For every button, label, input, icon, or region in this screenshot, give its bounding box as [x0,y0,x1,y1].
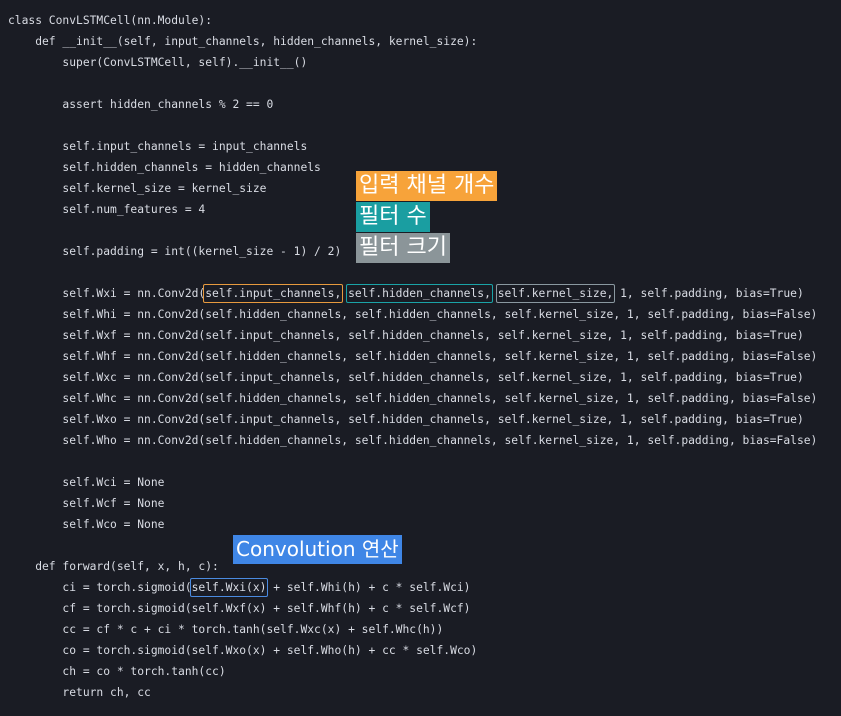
code-line: def __init__(self, input_channels, hidde… [8,35,478,48]
convolution-annotation: Convolution 연산 [233,535,402,564]
code-line: self.Wxo = nn.Conv2d(self.input_channels… [8,413,804,426]
filters-annotation: 필터 수 [356,202,430,232]
wxi-call-highlight [189,578,269,597]
code-line: super(ConvLSTMCell, self).__init__() [8,56,308,69]
hidden-channels-highlight [346,284,493,303]
code-line: assert hidden_channels % 2 == 0 [8,98,274,111]
filter-size-annotation: 필터 크기 [356,233,450,263]
code-line: self.Whi = nn.Conv2d(self.hidden_channel… [8,308,818,321]
code-line: return ch, cc [8,686,151,699]
code-line: def forward(self, x, h, c): [8,560,219,573]
input-channels-annotation: 입력 채널 개수 [356,171,498,201]
kernel-size-highlight [495,284,616,303]
code-line: class ConvLSTMCell(nn.Module): [8,14,213,27]
code-line: self.Wco = None [8,518,165,531]
code-line: self.Whc = nn.Conv2d(self.hidden_channel… [8,392,818,405]
code-line: self.Wxi = nn.Conv2d(self.input_channels… [8,283,817,304]
code-line: self.Who = nn.Conv2d(self.hidden_channel… [8,434,818,447]
code-line: self.Wxc = nn.Conv2d(self.input_channels… [8,371,804,384]
code-line: self.input_channels = input_channels [8,140,308,153]
code-line: ci = torch.sigmoid(self.Wxi(x) + self.Wh… [8,577,817,598]
input-channels-highlight [203,284,344,303]
code-editor: class ConvLSTMCell(nn.Module): def __ini… [8,10,817,703]
code-line: self.Wci = None [8,476,165,489]
code-line: self.Wcf = None [8,497,165,510]
code-line: cc = cf * c + ci * torch.tanh(self.Wxc(x… [8,623,444,636]
code-line: ch = co * torch.tanh(cc) [8,665,226,678]
code-line: co = torch.sigmoid(self.Wxo(x) + self.Wh… [8,644,478,657]
code-line: cf = torch.sigmoid(self.Wxf(x) + self.Wh… [8,602,471,615]
code-line: self.Wxf = nn.Conv2d(self.input_channels… [8,329,804,342]
code-line: self.Whf = nn.Conv2d(self.hidden_channel… [8,350,818,363]
